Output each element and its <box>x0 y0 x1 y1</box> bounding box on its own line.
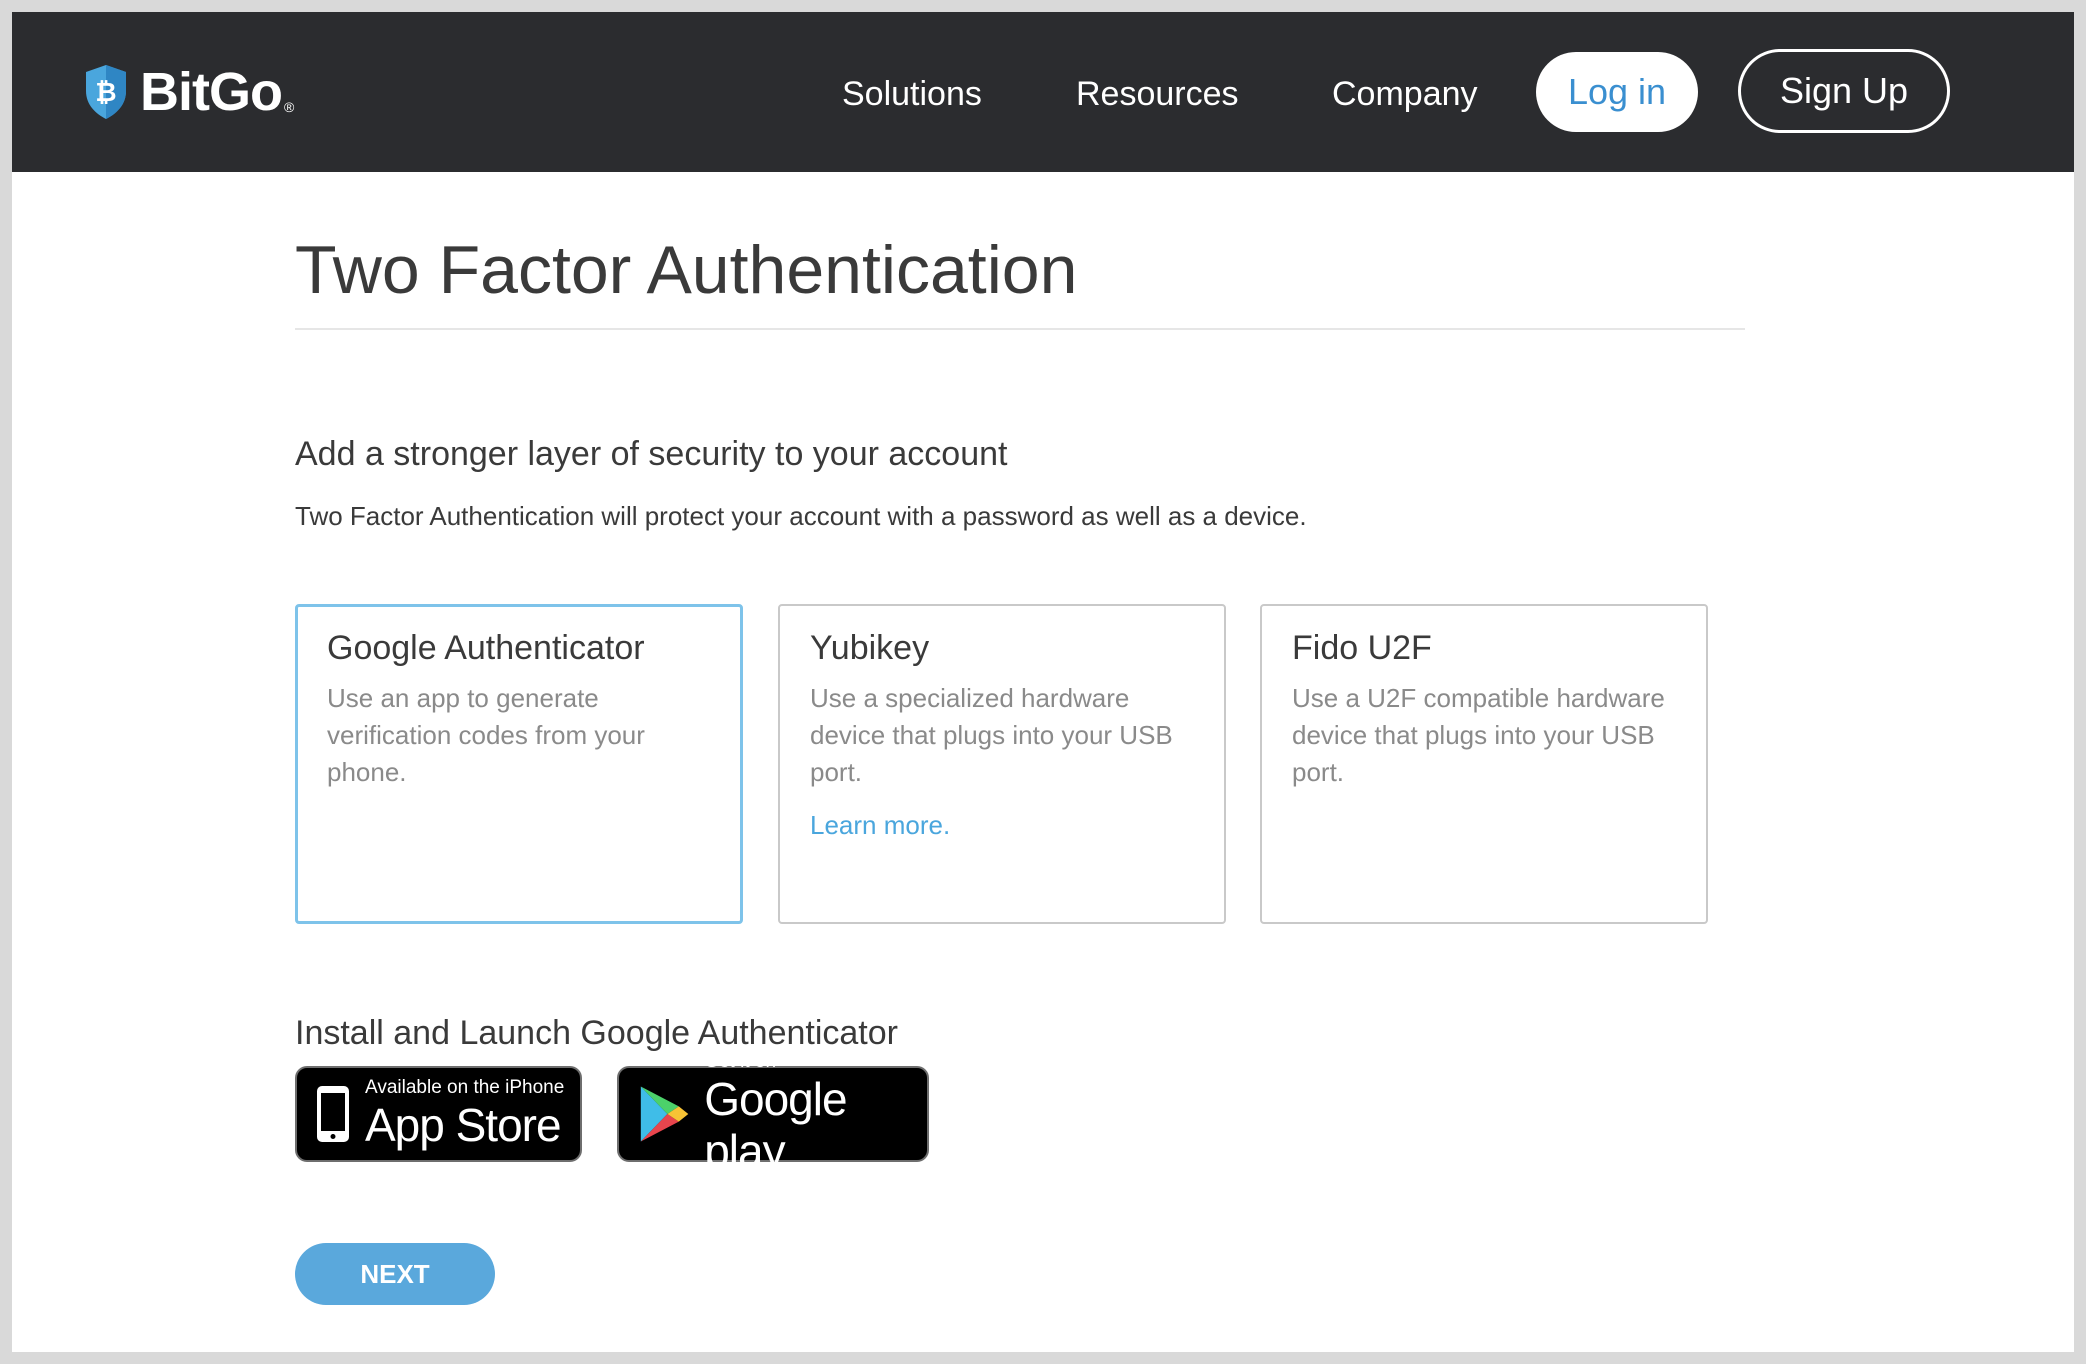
option-card-google-authenticator[interactable]: Google Authenticator Use an app to gener… <box>295 604 743 924</box>
log-in-button[interactable]: Log in <box>1536 52 1698 132</box>
next-button[interactable]: NEXT <box>295 1243 495 1305</box>
option-description: Use a U2F compatible hardware device tha… <box>1292 683 1665 787</box>
google-play-icon <box>640 1086 689 1142</box>
iphone-icon <box>317 1086 349 1142</box>
app-store-big-text: App Store <box>365 1099 562 1151</box>
logo-wordmark: BitGo <box>140 62 283 122</box>
learn-more-link[interactable]: Learn more. <box>810 807 1194 844</box>
google-play-small-text: Get it on <box>704 1051 777 1072</box>
page-title: Two Factor Authentication <box>295 232 1078 308</box>
section-subheading: Add a stronger layer of security to your… <box>295 435 1008 473</box>
option-title: Google Authenticator <box>327 629 645 667</box>
option-card-fido-u2f[interactable]: Fido U2F Use a U2F compatible hardware d… <box>1260 604 1708 924</box>
nav-link-resources[interactable]: Resources <box>1076 74 1239 114</box>
svg-text:₿: ₿ <box>95 78 116 108</box>
bitgo-logo[interactable]: ₿ BitGo ® <box>82 60 294 124</box>
google-play-badge[interactable]: Get it on Google play <box>617 1051 929 1177</box>
option-card-yubikey[interactable]: Yubikey Use a specialized hardware devic… <box>778 604 1226 924</box>
option-description: Use a specialized hardware device that p… <box>810 683 1173 787</box>
registered-mark: ® <box>283 99 295 115</box>
app-store-small-text: Available on the iPhone <box>365 1077 565 1098</box>
top-navigation-bar: ₿ BitGo ® Solutions Resources Company Lo… <box>12 12 2074 172</box>
option-title: Fido U2F <box>1292 629 1432 667</box>
option-title: Yubikey <box>810 629 930 667</box>
shield-bitcoin-icon: ₿ <box>86 65 126 119</box>
nav-link-solutions[interactable]: Solutions <box>842 74 982 114</box>
google-play-big-text: Google play <box>704 1073 847 1177</box>
sign-up-button[interactable]: Sign Up <box>1738 49 1950 133</box>
option-description: Use an app to generate verification code… <box>327 683 645 787</box>
title-divider <box>295 328 1745 330</box>
nav-link-company[interactable]: Company <box>1332 74 1478 114</box>
install-heading: Install and Launch Google Authenticator <box>295 1014 898 1052</box>
app-store-badge[interactable]: Available on the iPhone App Store <box>295 1066 582 1162</box>
page-frame: ₿ BitGo ® Solutions Resources Company Lo… <box>12 12 2074 1352</box>
section-description: Two Factor Authentication will protect y… <box>295 501 1307 531</box>
